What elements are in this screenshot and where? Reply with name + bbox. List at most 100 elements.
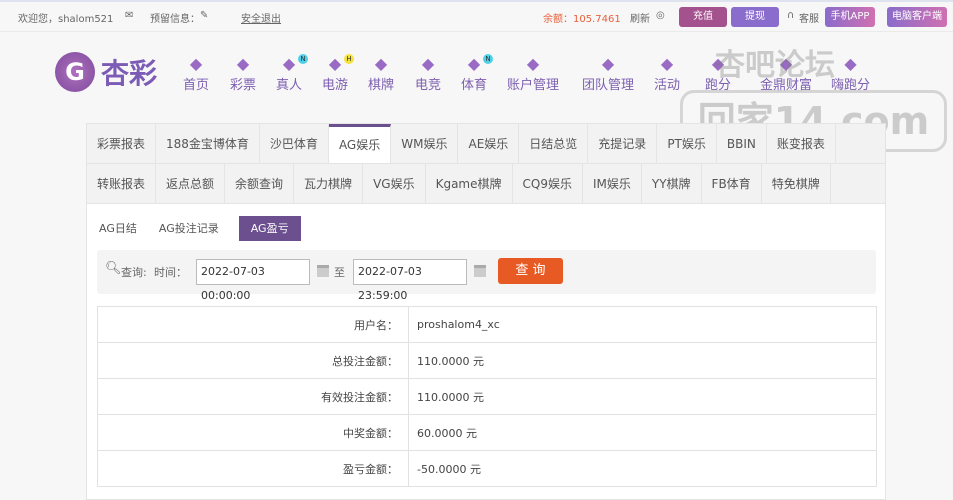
report-panel: 彩票报表 188金宝博体育 沙巴体育 AG娱乐 WM娱乐 AE娱乐 日结总览 充提记录 PT娱乐… <box>86 123 886 500</box>
sub-tab[interactable]: AG日结 <box>97 216 139 241</box>
nav-item[interactable]: ◆ 活动 <box>654 54 680 93</box>
nav-badge: N <box>298 54 309 64</box>
nav-label: 真人 <box>276 78 303 93</box>
sub-tab[interactable]: AG盈亏 <box>238 216 301 241</box>
nav-label: 活动 <box>654 78 681 93</box>
table-row: 用户名： proshalom4_xc <box>97 306 877 343</box>
tab[interactable]: AE娱乐 <box>458 124 520 163</box>
logout-link[interactable]: 安全退出 <box>241 10 281 25</box>
tab[interactable]: 账变报表 <box>767 124 836 163</box>
row-value: 60.0000 元 <box>408 414 877 451</box>
nav-item[interactable]: ◆ N 真人 <box>276 54 309 93</box>
query-button[interactable]: 查 询 <box>498 258 563 284</box>
nav-item[interactable]: ◆ 首页 <box>183 54 209 93</box>
time-label: 时间： <box>154 266 187 279</box>
nav-item[interactable]: ◆ H 电游 <box>322 54 355 93</box>
nav-label: 金鼎财富 <box>760 78 813 93</box>
tab[interactable]: BBIN <box>717 124 767 163</box>
logo[interactable]: G 杏彩 <box>55 52 157 92</box>
account-icon: ◆ <box>526 54 540 73</box>
tab[interactable]: 特免棋牌 <box>762 164 831 203</box>
calendar-icon[interactable] <box>474 265 486 277</box>
recharge-button[interactable]: 充值 <box>679 7 727 27</box>
nav-item[interactable]: ◆ 彩票 <box>230 54 256 93</box>
top-bar: 欢迎您，shalom521 ✉ 预留信息： ✎ 安全退出 余额：105.7461… <box>0 0 953 32</box>
main-nav: G 杏彩 ◆ 首页 ◆ 彩票 ◆ N 真人 ◆ H 电游 ◆ 棋牌 ◆ 电竞 ◆ N 体育 ◆ 账户管理 ◆ 团队管理 ◆… <box>0 48 953 98</box>
tab[interactable]: 瓦力棋牌 <box>294 164 364 203</box>
headset-icon: ∩ <box>787 10 795 21</box>
hi-icon: ◆ <box>844 54 857 73</box>
refresh-link[interactable]: 刷新 <box>630 10 650 25</box>
welcome-text: 欢迎您，shalom521 <box>18 14 114 25</box>
to-label: 至 <box>334 266 345 279</box>
gamepad-icon: ◆ <box>421 54 435 73</box>
nav-item[interactable]: ◆ 跑分 <box>705 54 731 93</box>
tab[interactable]: IM娱乐 <box>583 164 642 203</box>
query-label: 查询: <box>121 266 147 279</box>
edit-icon[interactable]: ✎ <box>200 10 208 21</box>
pc-client-button[interactable]: 电脑客户端 <box>887 7 947 27</box>
nav-item[interactable]: ◆ 棋牌 <box>368 54 394 93</box>
start-time-input[interactable]: 2022-07-03 00:00:00 <box>196 259 310 302</box>
nav-label: 账户管理 <box>507 78 560 93</box>
row-value: 110.0000 元 <box>408 378 877 415</box>
nav-label: 电游 <box>322 78 349 93</box>
tab[interactable]: 沙巴体育 <box>260 124 329 163</box>
nav-item[interactable]: ◆ 账户管理 <box>507 54 559 93</box>
row-label: 盈亏金额： <box>97 450 409 487</box>
nav-item[interactable]: ◆ 电竞 <box>415 54 441 93</box>
tab[interactable]: 返点总额 <box>156 164 226 203</box>
tab[interactable]: CQ9娱乐 <box>513 164 583 203</box>
tab[interactable]: 日结总览 <box>519 124 589 163</box>
end-time-input[interactable]: 2022-07-03 23:59:00 <box>353 259 467 302</box>
tab[interactable]: FB体育 <box>702 164 762 203</box>
nav-badge: N <box>483 54 494 64</box>
withdraw-button[interactable]: 提现 <box>731 7 779 27</box>
nav-label: 彩票 <box>230 78 257 93</box>
tab[interactable]: WM娱乐 <box>391 124 459 163</box>
nav-badge: H <box>344 54 355 64</box>
nav-item[interactable]: ◆ N 体育 <box>461 54 494 93</box>
search-bar: 🔍︎ 查询: 时间： 2022-07-03 00:00:00 至 2022-07… <box>97 250 876 302</box>
tab-row-1: 彩票报表 188金宝博体育 沙巴体育 AG娱乐 WM娱乐 AE娱乐 日结总览 充提记录 PT娱乐… <box>87 124 885 164</box>
tab[interactable]: 188金宝博体育 <box>156 124 260 163</box>
tab[interactable]: YY棋牌 <box>642 164 702 203</box>
sub-tab[interactable]: AG投注记录 <box>157 216 221 241</box>
nav-item[interactable]: ◆ 金鼎财富 <box>760 54 812 93</box>
nav-label: 团队管理 <box>582 78 635 93</box>
tab[interactable]: Kgame棋牌 <box>426 164 513 203</box>
nav-label: 嗨跑分 <box>831 78 871 93</box>
mobile-app-button[interactable]: 手机APP <box>825 7 875 27</box>
nav-label: 电竞 <box>415 78 442 93</box>
tab[interactable]: 彩票报表 <box>87 124 157 163</box>
gift-icon: ◆ <box>660 54 674 73</box>
results-table: 用户名： proshalom4_xc 总投注金额： 110.0000 元有效投注金额：… <box>97 306 877 487</box>
tab-row-2: 转账报表 返点总额 余额查询 瓦力棋牌 VG娱乐 Kgame棋牌 CQ9娱乐 IM娱乐 YY棋牌… <box>87 164 885 204</box>
tab[interactable]: AG娱乐 <box>328 124 392 163</box>
calendar-icon[interactable] <box>317 265 329 277</box>
tab[interactable]: PT娱乐 <box>657 124 717 163</box>
tab[interactable]: 转账报表 <box>87 164 157 203</box>
balance-text: 余额：105.7461 <box>543 14 621 25</box>
eye-hidden-icon[interactable]: ◎ <box>656 10 665 21</box>
search-icon: 🔍︎ <box>105 261 122 276</box>
service-link[interactable]: 客服 <box>799 10 819 25</box>
wealth-icon: ◆ <box>779 54 793 73</box>
ticket-icon: ◆ <box>236 54 250 73</box>
logo-mark: G <box>55 52 95 92</box>
row-value: proshalom4_xc <box>408 306 877 343</box>
row-value: 110.0000 元 <box>408 342 877 379</box>
mail-icon[interactable]: ✉ <box>125 10 133 21</box>
run-icon: ◆ <box>711 54 725 73</box>
row-label: 用户名： <box>97 306 409 343</box>
tab[interactable]: 余额查询 <box>225 164 295 203</box>
reserved-info-label: 预留信息： <box>150 14 200 25</box>
nav-item[interactable]: ◆ 嗨跑分 <box>831 54 870 93</box>
sub-tabs: AG日结 AG投注记录 AG盈亏 <box>97 216 301 241</box>
nav-label: 首页 <box>183 78 210 93</box>
tab[interactable]: VG娱乐 <box>363 164 426 203</box>
row-label: 中奖金额： <box>97 414 409 451</box>
tab[interactable]: 充提记录 <box>588 124 658 163</box>
nav-label: 体育 <box>461 78 488 93</box>
nav-item[interactable]: ◆ 团队管理 <box>582 54 634 93</box>
